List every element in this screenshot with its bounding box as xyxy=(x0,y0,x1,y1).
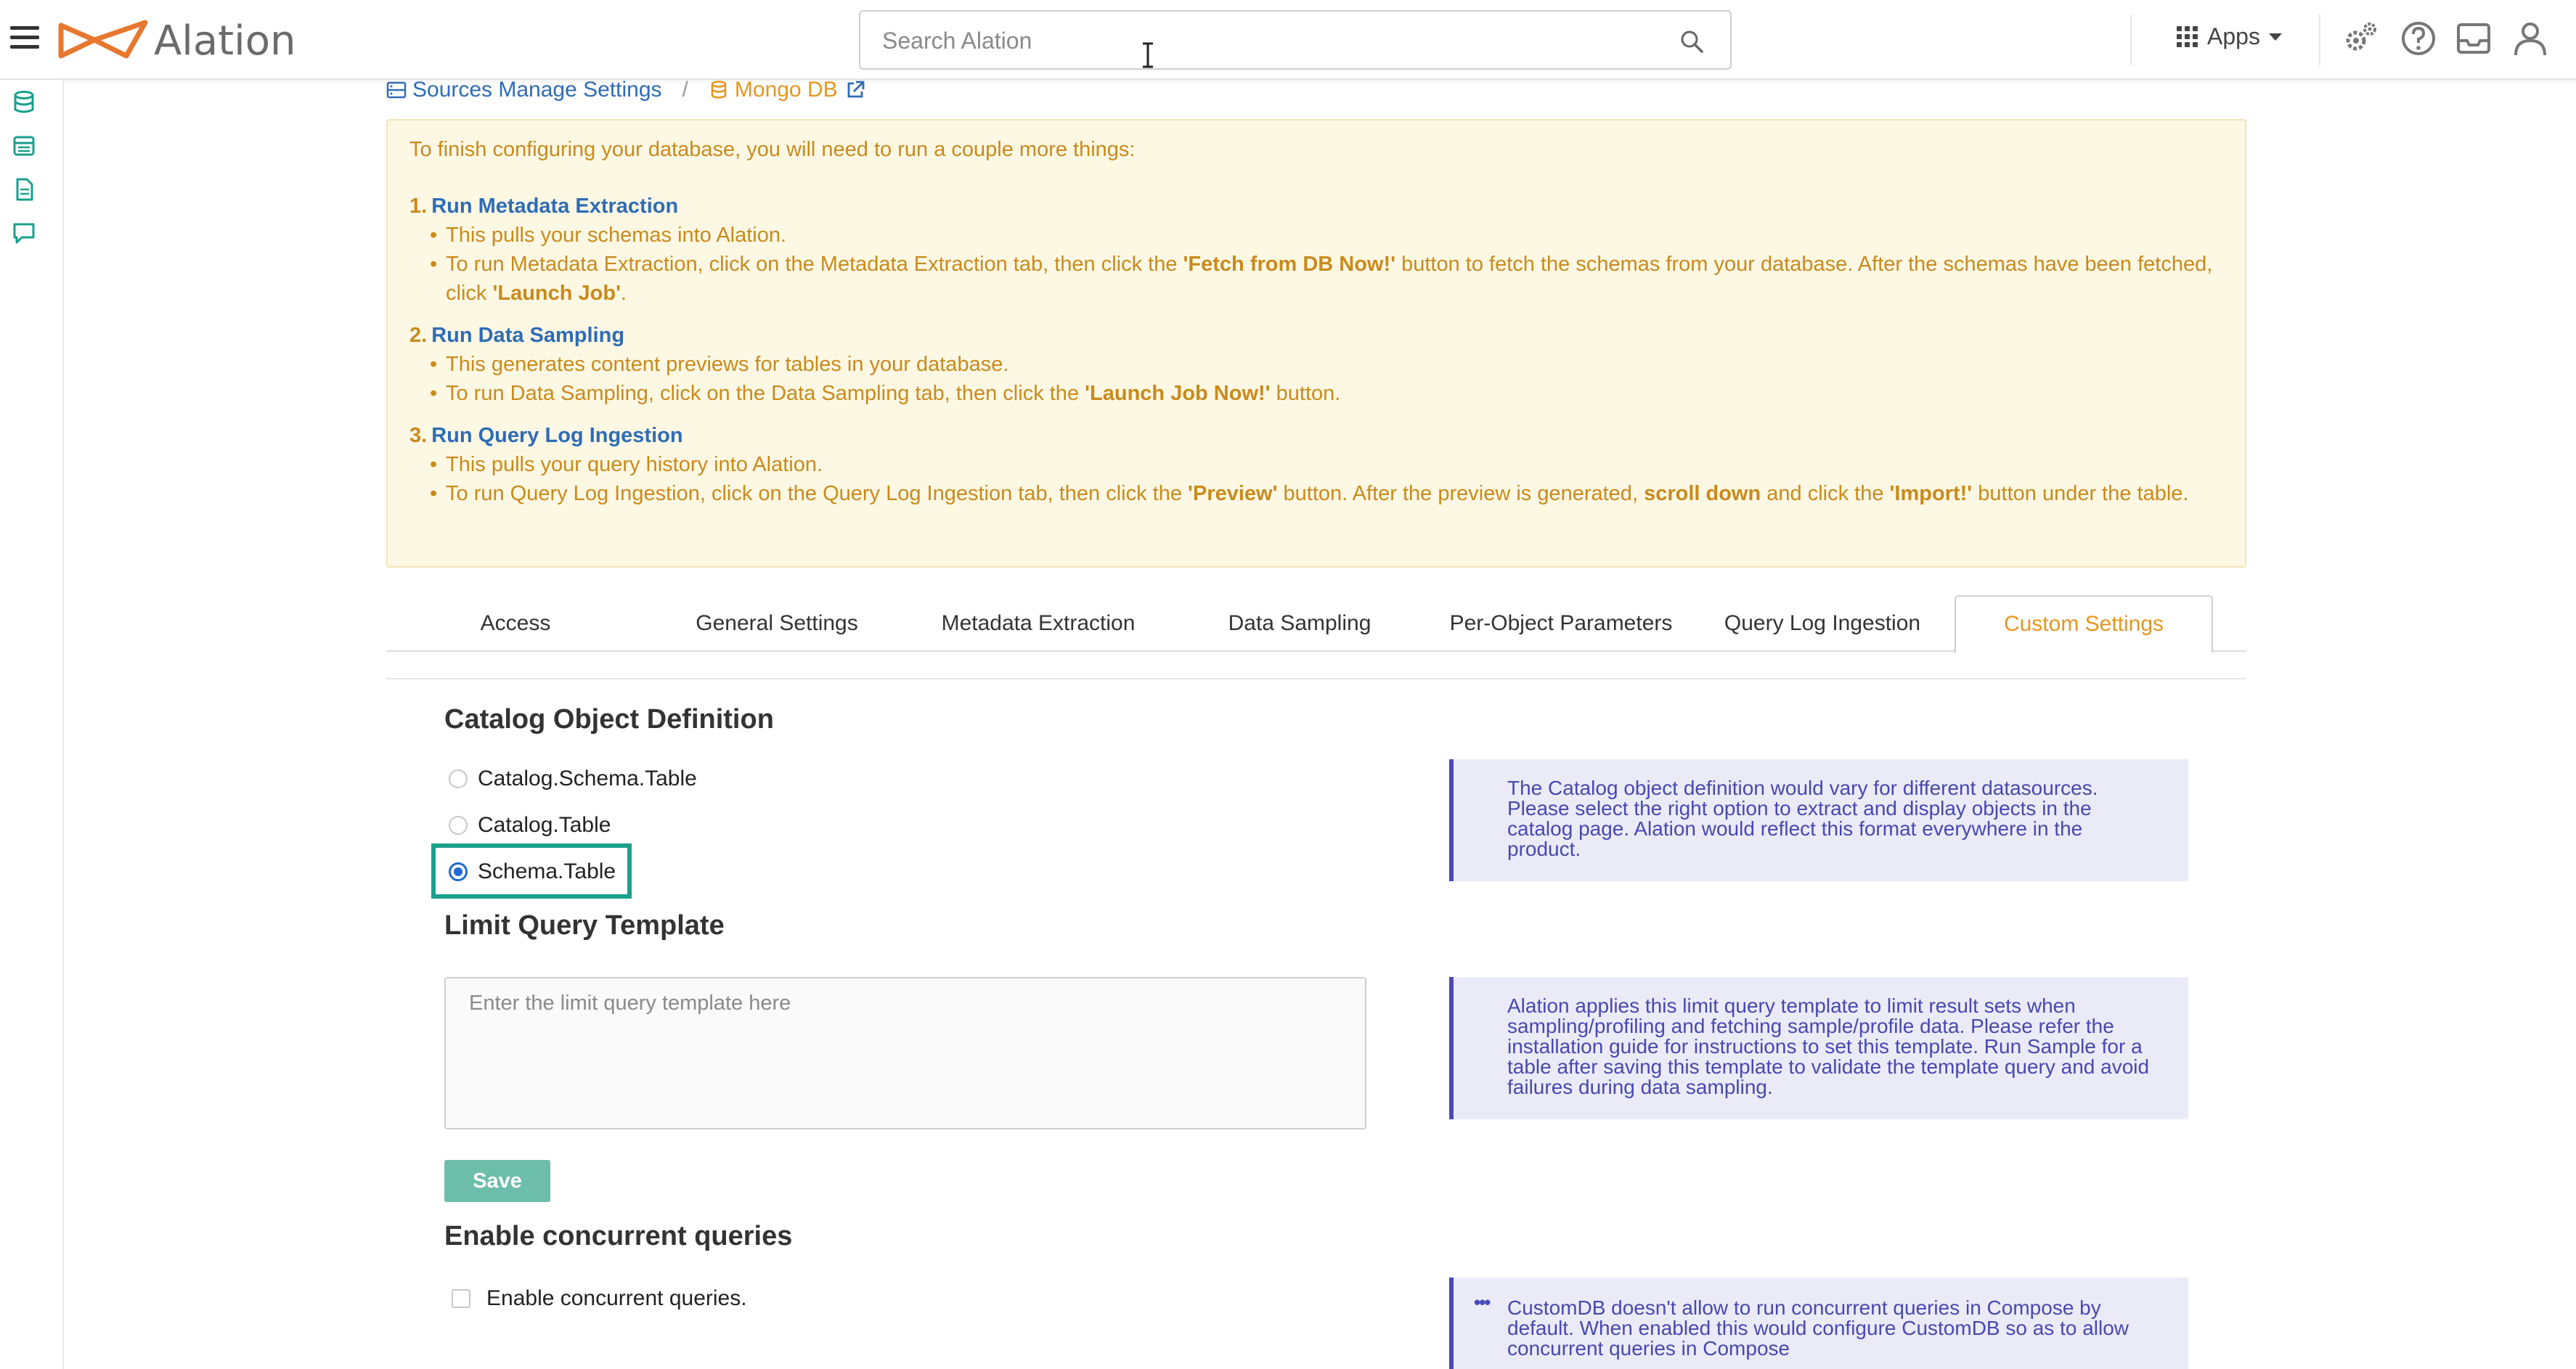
apps-menu[interactable]: Apps xyxy=(2177,23,2282,50)
breadcrumb: Sources Manage Settings / Mongo DB xyxy=(386,75,871,105)
tab-general-settings[interactable]: General Settings xyxy=(648,595,906,652)
breadcrumb-database-link[interactable]: Mongo DB xyxy=(709,78,871,102)
catalog-definition-heading: Catalog Object Definition xyxy=(444,704,774,735)
radio-button[interactable] xyxy=(449,769,468,788)
concurrent-queries-help: ••• CustomDB doesn't allow to run concur… xyxy=(1449,1278,2188,1369)
database-icon xyxy=(711,81,727,99)
concurrent-queries-checkbox[interactable] xyxy=(452,1289,470,1308)
server-icon xyxy=(386,81,407,99)
radio-label: Catalog.Table xyxy=(478,813,611,837)
settings-tabs: Access General Settings Metadata Extract… xyxy=(386,595,2246,653)
radio-button[interactable] xyxy=(449,816,468,835)
limit-query-help: Alation applies this limit query templat… xyxy=(1449,977,2188,1119)
grid-icon xyxy=(2177,25,2198,48)
caret-down-icon xyxy=(2268,33,2282,41)
tab-query-log-ingestion[interactable]: Query Log Ingestion xyxy=(1693,595,1952,652)
step-bullet: To run Query Log Ingestion, click on the… xyxy=(430,479,2223,508)
text-cursor-icon xyxy=(1143,42,1153,68)
instructions-intro: To finish configuring your database, you… xyxy=(409,138,1136,161)
alation-logo[interactable]: Alation xyxy=(58,13,295,68)
top-navbar: Alation Apps xyxy=(0,0,2576,80)
logo-text: Alation xyxy=(154,17,296,65)
alation-logo-mark-icon xyxy=(58,20,148,59)
breadcrumb-sources-link[interactable]: Sources Manage Settings xyxy=(386,78,662,102)
step-data-sampling: 2. Run Data Sampling This generates cont… xyxy=(409,321,2223,408)
gears-icon[interactable] xyxy=(2341,19,2380,58)
step-query-log-ingestion: 3. Run Query Log Ingestion This pulls yo… xyxy=(409,421,2223,508)
tab-per-object-parameters[interactable]: Per-Object Parameters xyxy=(1432,595,1690,652)
concurrent-queries-heading: Enable concurrent queries xyxy=(444,1221,793,1251)
tab-metadata-extraction[interactable]: Metadata Extraction xyxy=(909,595,1167,652)
breadcrumb-database-label: Mongo DB xyxy=(734,78,838,102)
user-icon[interactable] xyxy=(2511,19,2550,58)
search-box[interactable] xyxy=(859,10,1732,70)
external-link-icon[interactable] xyxy=(845,80,865,100)
help-text: CustomDB doesn't allow to run concurrent… xyxy=(1507,1296,2129,1360)
step-number: 1. xyxy=(409,195,428,218)
hamburger-icon[interactable] xyxy=(10,26,39,49)
breadcrumb-separator: / xyxy=(682,78,688,102)
step-bullet: This pulls your schemas into Alation. xyxy=(430,221,2223,250)
divider xyxy=(386,678,2246,679)
inbox-icon[interactable] xyxy=(2454,19,2493,58)
limit-query-heading: Limit Query Template xyxy=(444,910,725,941)
step-title-link[interactable]: Run Metadata Extraction xyxy=(431,192,678,221)
step-bullet: This generates content previews for tabl… xyxy=(430,350,2223,379)
more-icon: ••• xyxy=(1474,1291,1491,1313)
tab-access[interactable]: Access xyxy=(386,595,645,652)
conversation-icon[interactable] xyxy=(12,221,36,245)
search-input[interactable] xyxy=(882,23,1666,58)
database-icon[interactable] xyxy=(12,90,36,115)
radio-label: Catalog.Schema.Table xyxy=(478,767,697,790)
setup-instructions-panel: To finish configuring your database, you… xyxy=(386,119,2246,568)
step-title-link[interactable]: Run Data Sampling xyxy=(431,321,624,350)
divider xyxy=(2130,15,2132,65)
tab-data-sampling[interactable]: Data Sampling xyxy=(1170,595,1429,652)
step-bullet: This pulls your query history into Alati… xyxy=(430,450,2223,479)
step-metadata-extraction: 1. Run Metadata Extraction This pulls yo… xyxy=(409,192,2223,308)
checkbox-label: Enable concurrent queries. xyxy=(486,1286,747,1310)
catalog-definition-help: The Catalog object definition would vary… xyxy=(1449,759,2188,881)
question-icon[interactable] xyxy=(2399,19,2438,58)
concurrent-queries-option[interactable]: Enable concurrent queries. xyxy=(452,1286,747,1311)
tab-custom-settings[interactable]: Custom Settings xyxy=(1955,595,2213,653)
left-sidebar xyxy=(0,80,64,1369)
step-number: 2. xyxy=(409,324,428,347)
radio-catalog-schema-table[interactable]: Catalog.Schema.Table xyxy=(449,767,697,791)
table-icon[interactable] xyxy=(12,134,36,158)
divider xyxy=(2319,15,2320,65)
step-number: 3. xyxy=(409,424,428,447)
radio-catalog-table[interactable]: Catalog.Table xyxy=(449,813,611,838)
document-icon[interactable] xyxy=(12,177,36,202)
step-title-link[interactable]: Run Query Log Ingestion xyxy=(431,421,682,450)
search-icon[interactable] xyxy=(1679,29,1704,54)
breadcrumb-sources-label: Sources Manage Settings xyxy=(412,78,662,102)
save-button[interactable]: Save xyxy=(444,1160,550,1202)
help-text: Alation applies this limit query templat… xyxy=(1507,994,2150,1098)
help-text: The Catalog object definition would vary… xyxy=(1507,777,2098,860)
step-bullet: To run Metadata Extraction, click on the… xyxy=(430,250,2223,308)
step-bullet: To run Data Sampling, click on the Data … xyxy=(430,379,2223,408)
limit-query-textarea[interactable] xyxy=(444,977,1366,1129)
apps-label: Apps xyxy=(2207,23,2260,49)
selection-highlight xyxy=(431,843,632,899)
